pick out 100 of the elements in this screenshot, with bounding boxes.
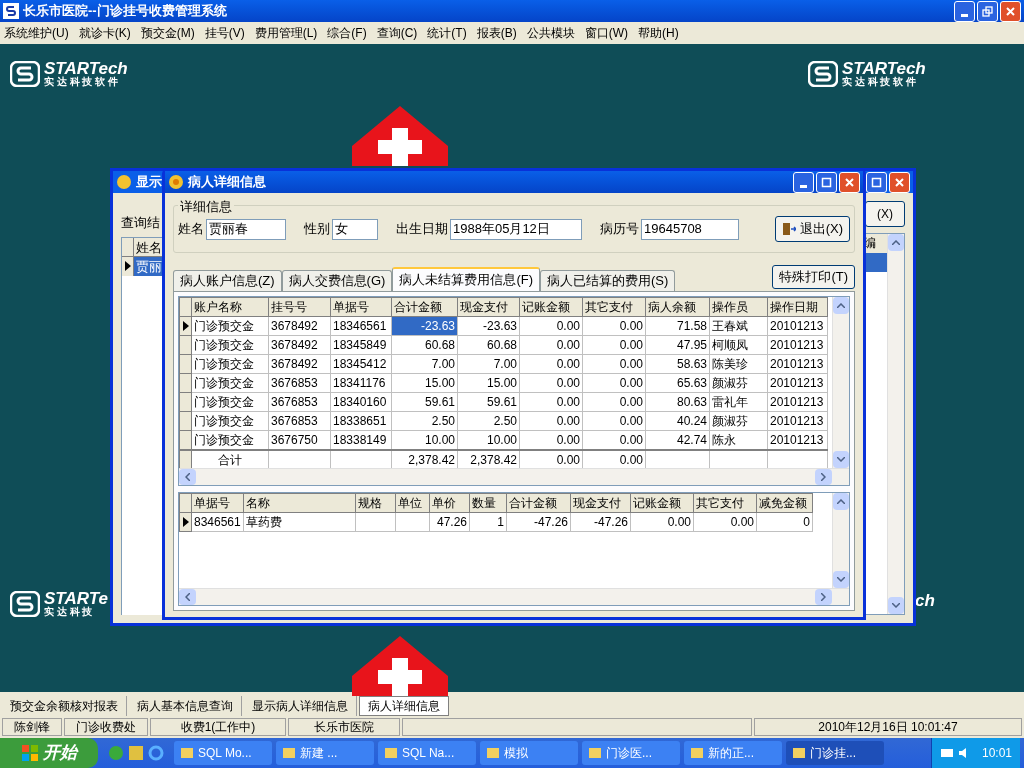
quick-launch-icon[interactable] [128, 745, 144, 761]
scroll-down-icon[interactable] [892, 603, 900, 608]
scroll-right-icon[interactable] [821, 473, 826, 481]
vertical-scrollbar[interactable] [887, 234, 904, 614]
menu-item[interactable]: 综合(F) [327, 24, 367, 42]
menu-item[interactable]: 就诊卡(K) [78, 24, 131, 42]
column-header[interactable]: 单价 [429, 493, 470, 513]
column-header[interactable]: 数量 [469, 493, 507, 513]
scroll-up-icon[interactable] [837, 499, 845, 504]
column-header[interactable]: 减免金额 [756, 493, 813, 513]
close-button[interactable] [1000, 0, 1021, 22]
input-field[interactable]: 19645708 [641, 218, 739, 240]
scroll-up-icon[interactable] [892, 240, 900, 245]
column-header[interactable]: 单据号 [191, 493, 244, 513]
input-field[interactable]: 贾丽春 [206, 218, 286, 240]
maximize-button[interactable] [866, 171, 887, 193]
table-cell: 0.00 [582, 373, 646, 393]
query-label: 查询结 [121, 214, 161, 232]
close-window-button[interactable]: (X) [865, 201, 905, 227]
menu-item[interactable]: 预交金(M) [140, 24, 195, 42]
column-header[interactable]: 其它支付 [693, 493, 757, 513]
table-cell: 71.58 [645, 316, 710, 336]
field-label: 出生日期 [396, 220, 448, 239]
close-button[interactable] [889, 171, 910, 193]
table-cell: 门诊预交金 [191, 392, 269, 412]
column-header[interactable]: 名称 [243, 493, 356, 513]
scroll-down-icon[interactable] [837, 457, 845, 462]
tab[interactable]: 病人交费信息(G) [281, 270, 393, 291]
taskbar-button[interactable]: 新的正... [684, 741, 782, 765]
table-cell: 7.00 [457, 354, 520, 374]
taskbar-button[interactable]: 门诊挂... [786, 741, 884, 765]
window-tab[interactable]: 病人详细信息 [359, 696, 449, 716]
column-header[interactable]: 操作员 [709, 297, 768, 317]
minimize-icon [800, 184, 807, 188]
vertical-scrollbar[interactable] [832, 493, 849, 588]
menu-item[interactable]: 系统维护(U) [4, 24, 69, 42]
scroll-up-icon[interactable] [837, 303, 845, 308]
menu-item[interactable]: 帮助(H) [638, 24, 679, 42]
menu-item[interactable]: 窗口(W) [584, 24, 628, 42]
logo-tagline: 实 达 科 技 软 件 [44, 77, 119, 87]
taskbar-button[interactable]: 门诊医... [582, 741, 680, 765]
special-print-button[interactable]: 特殊打印(T) [772, 265, 855, 289]
quick-launch-icon[interactable] [148, 745, 164, 761]
scroll-left-icon[interactable] [185, 593, 190, 601]
row-pointer-icon [124, 261, 132, 271]
close-button[interactable] [839, 171, 860, 193]
column-header[interactable]: 规格 [355, 493, 396, 513]
column-header[interactable]: 现金支付 [570, 493, 631, 513]
exit-button[interactable]: 退出(X) [774, 216, 850, 242]
scroll-down-icon[interactable] [837, 577, 845, 582]
column-header[interactable]: 合计金额 [506, 493, 571, 513]
horizontal-scrollbar[interactable] [179, 588, 849, 605]
column-header[interactable]: 挂号号 [268, 297, 331, 317]
menu-item[interactable]: 统计(T) [427, 24, 467, 42]
minimize-icon [961, 13, 968, 17]
taskbar-button[interactable]: 新建 ... [276, 741, 374, 765]
column-header[interactable]: 单据号 [330, 297, 392, 317]
column-header[interactable]: 单位 [395, 493, 430, 513]
taskbar-button[interactable]: 模拟 [480, 741, 578, 765]
column-header[interactable]: 病人余额 [645, 297, 710, 317]
column-header[interactable]: 其它支付 [582, 297, 646, 317]
maximize-button[interactable] [816, 171, 837, 193]
minimize-button[interactable] [793, 171, 814, 193]
input-field[interactable]: 女 [332, 218, 378, 240]
scroll-left-icon[interactable] [185, 473, 190, 481]
menu-item[interactable]: 查询(C) [376, 24, 418, 42]
scroll-right-icon[interactable] [821, 593, 826, 601]
column-header[interactable]: 现金支付 [457, 297, 520, 317]
status-panel: 收费1(工作中) [150, 718, 286, 736]
vertical-scrollbar[interactable] [832, 297, 849, 468]
column-header[interactable]: 合计金额 [391, 297, 458, 317]
taskbar-button[interactable]: SQL Mo... [174, 741, 272, 765]
table-cell: 1 [469, 512, 507, 532]
taskbar-button[interactable]: SQL Na... [378, 741, 476, 765]
column-header[interactable]: 操作日期 [767, 297, 828, 317]
table-cell: 7.00 [391, 354, 458, 374]
table-cell: 8346561 [191, 512, 244, 532]
table-cell: 陈美珍 [709, 354, 768, 374]
column-header[interactable]: 记账金额 [519, 297, 583, 317]
tab[interactable]: 病人已结算的费用(S) [540, 270, 676, 291]
table-cell: 门诊预交金 [191, 411, 269, 431]
logo-s-icon [10, 60, 40, 87]
minimize-button[interactable] [954, 0, 975, 22]
tab[interactable]: 病人账户信息(Z) [173, 270, 282, 291]
menu-item[interactable]: 公共模块 [526, 24, 575, 42]
table-cell: 0.00 [519, 392, 583, 412]
table-cell: 60.68 [391, 335, 458, 355]
max-icon [871, 176, 882, 188]
menu-item[interactable]: 报表(B) [476, 24, 517, 42]
field-label: 病历号 [600, 220, 639, 239]
tab[interactable]: 病人未结算费用信息(F) [392, 267, 540, 291]
horizontal-scrollbar[interactable] [179, 468, 849, 485]
restore-button[interactable] [977, 0, 998, 22]
column-header[interactable]: 记账金额 [630, 493, 694, 513]
column-header[interactable]: 账户名称 [191, 297, 269, 317]
table-cell: 0.00 [582, 392, 646, 412]
input-field[interactable]: 1988年05月12日 [450, 218, 582, 240]
menu-item[interactable]: 挂号(V) [204, 24, 245, 42]
table-cell: 18341176 [330, 373, 392, 393]
menu-item[interactable]: 费用管理(L) [254, 24, 318, 42]
